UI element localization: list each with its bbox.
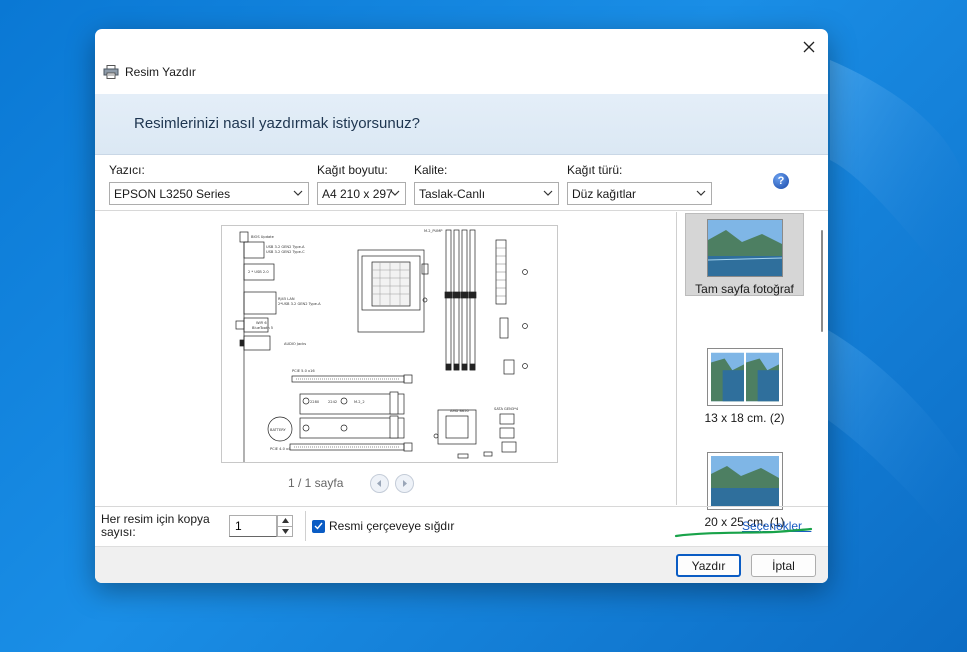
printer-icon: [103, 65, 119, 79]
header-band: Resimlerinizi nasıl yazdırmak istiyorsun…: [95, 94, 828, 155]
layout-thumbnail: [706, 348, 783, 406]
chevron-up-icon: [281, 518, 289, 524]
quality-setting: Kalite: Taslak-Canlı: [414, 163, 559, 205]
paper-type-setting: Kağıt türü: Düz kağıtlar: [567, 163, 712, 205]
print-settings-row: Yazıcı: EPSON L3250 Series Kağıt boyutu:…: [95, 155, 828, 211]
svg-text:PCIE 4.0 x4: PCIE 4.0 x4: [270, 447, 291, 451]
paper-size-value: A4 210 x 297: [322, 186, 393, 201]
svg-text:PCIE 5.0 x16: PCIE 5.0 x16: [292, 369, 315, 373]
dialog-heading: Resimlerinizi nasıl yazdırmak istiyorsun…: [134, 115, 420, 132]
landscape-thumbnail-image: [710, 456, 779, 506]
arrow-right-icon: [403, 480, 407, 487]
svg-text:BIOS Update: BIOS Update: [251, 235, 275, 239]
fit-to-frame-checkbox[interactable]: Resmi çerçeveye sığdır: [312, 519, 454, 533]
dialog-footer: Yazdır İptal: [95, 546, 828, 583]
svg-text:BATTERY: BATTERY: [270, 428, 287, 432]
layout-thumbnail: [706, 219, 783, 277]
svg-text:USB 3.2 GEN2 Type-A: USB 3.2 GEN2 Type-A: [266, 245, 305, 249]
layout-label: 13 x 18 cm. (2): [704, 411, 785, 425]
fit-to-frame-label: Resmi çerçeveye sığdır: [329, 519, 455, 533]
checkbox-checked[interactable]: [312, 519, 325, 533]
chevron-down-icon: [390, 190, 400, 196]
print-pictures-dialog: Resim Yazdır Resimlerinizi nasıl yazdırm…: [95, 29, 828, 583]
portrait-thumbnail-image: [710, 352, 744, 402]
next-page-button[interactable]: [395, 474, 414, 493]
help-icon[interactable]: ?: [773, 173, 789, 189]
paper-size-label: Kağıt boyutu:: [317, 163, 388, 177]
chevron-down-icon: [696, 190, 706, 196]
svg-text:AUDIO Jacks: AUDIO Jacks: [284, 342, 306, 346]
svg-text:2242: 2242: [328, 400, 337, 404]
copies-label: Her resim için kopya sayısı:: [101, 512, 210, 539]
svg-text:2*USB 3.2 GEN2 Type-A: 2*USB 3.2 GEN2 Type-A: [278, 302, 321, 306]
quality-select[interactable]: Taslak-Canlı: [414, 182, 559, 205]
svg-text:M.2_2: M.2_2: [354, 400, 365, 404]
motherboard-diagram-image: BIOS Update USB 3.2 GEN2 Type-A USB 3.2 …: [235, 229, 528, 462]
paper-size-setting: Kağıt boyutu: A4 210 x 297: [317, 163, 406, 205]
svg-text:BlueTooth 5: BlueTooth 5: [252, 326, 273, 330]
layout-list: Tam sayfa fotoğraf 13 x 18 cm. (2) 20 x …: [677, 212, 828, 529]
layout-scrollbar[interactable]: [818, 212, 828, 505]
paper-size-select[interactable]: A4 210 x 297: [317, 182, 406, 205]
svg-text:M.2_PUMP: M.2_PUMP: [424, 229, 443, 233]
page-counter: 1 / 1 sayfa: [288, 476, 344, 490]
decrement-button[interactable]: [278, 525, 292, 537]
landscape-thumbnail-image: [707, 220, 782, 276]
chevron-down-icon: [543, 190, 553, 196]
checkmark-icon: [314, 522, 323, 530]
cancel-button[interactable]: İptal: [751, 554, 816, 577]
arrow-left-icon: [377, 480, 381, 487]
print-button[interactable]: Yazdır: [676, 554, 741, 577]
quality-value: Taslak-Canlı: [419, 186, 486, 201]
printer-label: Yazıcı:: [109, 163, 145, 177]
divider: [305, 511, 306, 541]
layout-item-13x18[interactable]: 13 x 18 cm. (2): [685, 348, 804, 428]
svg-text:SATA GEN3*4: SATA GEN3*4: [494, 407, 519, 411]
paper-type-value: Düz kağıtlar: [572, 186, 637, 201]
title-bar: Resim Yazdır: [103, 65, 196, 79]
copies-stepper[interactable]: [277, 515, 293, 537]
print-preview-area: BIOS Update USB 3.2 GEN2 Type-A USB 3.2 …: [95, 212, 676, 505]
dialog-title: Resim Yazdır: [125, 65, 196, 79]
printer-value: EPSON L3250 Series: [114, 186, 231, 201]
portrait-thumbnail-image: [745, 352, 779, 402]
bottom-options-bar: Her resim için kopya sayısı: Resmi çerçe…: [95, 506, 828, 546]
chevron-down-icon: [293, 190, 303, 196]
layout-label: Tam sayfa fotoğraf: [695, 282, 794, 296]
svg-text:RJ45 LAN: RJ45 LAN: [278, 297, 295, 301]
paper-type-select[interactable]: Düz kağıtlar: [567, 182, 712, 205]
svg-text:WiFi 6: WiFi 6: [256, 321, 267, 325]
increment-button[interactable]: [278, 516, 292, 526]
paper-type-label: Kağıt türü:: [567, 163, 623, 177]
printer-select[interactable]: EPSON L3250 Series: [109, 182, 309, 205]
chevron-down-icon: [281, 528, 289, 534]
options-link[interactable]: Seçenekler...: [742, 519, 811, 533]
previous-page-button[interactable]: [370, 474, 389, 493]
close-icon: [803, 41, 815, 53]
svg-text:USB 3.2 GEN2 Type-C: USB 3.2 GEN2 Type-C: [266, 250, 305, 254]
layout-thumbnail: [706, 452, 783, 510]
svg-text:AMD B650: AMD B650: [450, 409, 470, 413]
scrollbar-thumb[interactable]: [821, 230, 823, 332]
close-button[interactable]: [796, 34, 822, 60]
printer-setting: Yazıcı: EPSON L3250 Series: [109, 163, 309, 205]
quality-label: Kalite:: [414, 163, 448, 177]
copies-input[interactable]: [229, 515, 277, 537]
svg-text:2 * USB 2.0: 2 * USB 2.0: [248, 270, 269, 274]
svg-text:2280: 2280: [310, 400, 320, 404]
layout-item-full-page[interactable]: Tam sayfa fotoğraf: [685, 213, 804, 296]
preview-page: BIOS Update USB 3.2 GEN2 Type-A USB 3.2 …: [221, 225, 558, 463]
